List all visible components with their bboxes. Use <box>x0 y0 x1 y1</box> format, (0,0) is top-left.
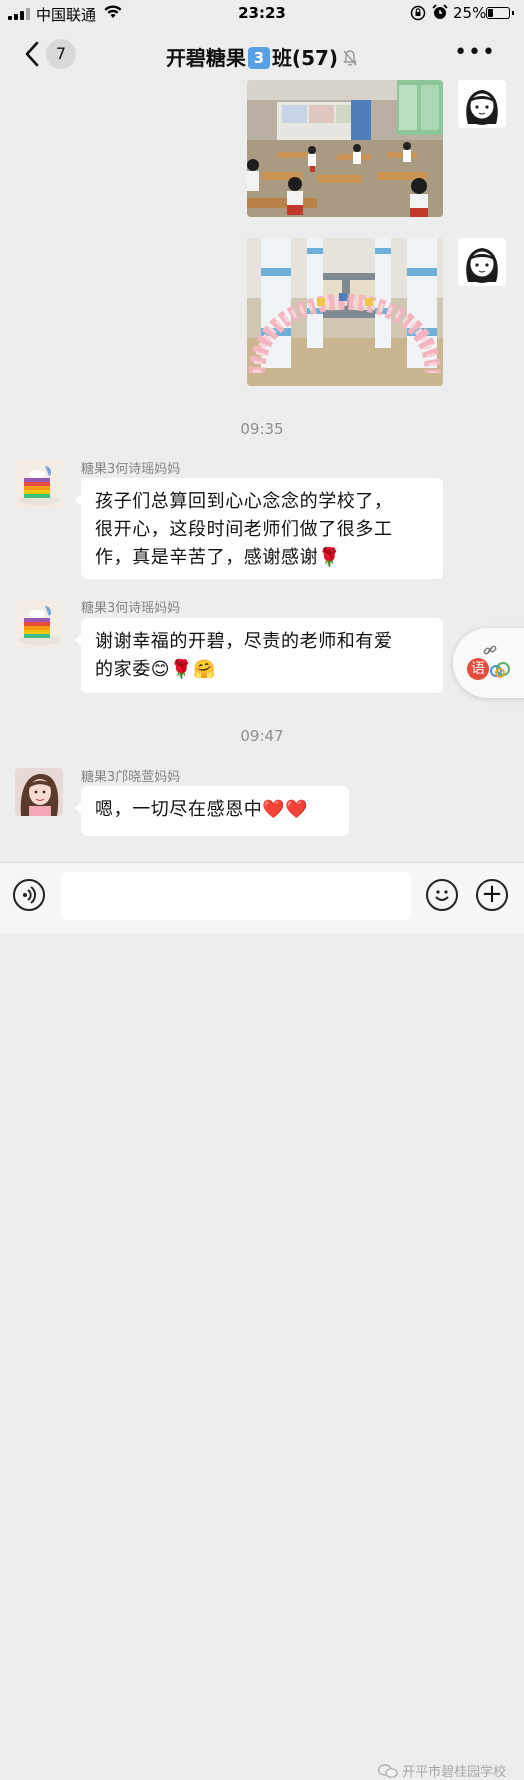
message-line: 的家委😊🌹🤗 <box>95 659 217 680</box>
sender-name: 糖果3何诗瑶妈妈 <box>81 601 181 616</box>
wechat-watermark: 开平市碧桂园学校 <box>377 1761 507 1780</box>
message-bubble[interactable]: 孩子们总算回到心心念念的学校了， 很开心，这段时间老师们做了很多工 作，真是辛苦… <box>75 478 443 579</box>
chat-title-suffix: 班(57) <box>271 46 339 70</box>
floating-translate-button[interactable]: 语 <box>453 628 524 698</box>
translate-icon: 语 <box>467 658 489 680</box>
more-options-button[interactable]: ••• <box>454 40 496 65</box>
battery-percent: 25% <box>453 4 487 22</box>
sender-avatar[interactable] <box>15 768 63 816</box>
my-avatar[interactable] <box>458 80 506 128</box>
message-line: 嗯，一切尽在感恩中❤️❤️ <box>95 799 309 820</box>
rotation-lock-icon <box>410 5 426 25</box>
wechat-icon <box>377 1764 398 1778</box>
message-bubble[interactable]: 嗯，一切尽在感恩中❤️❤️ <box>75 786 349 836</box>
message-timestamp: 09:35 <box>240 420 284 438</box>
voice-input-button[interactable] <box>13 879 45 911</box>
message-timestamp: 09:47 <box>240 727 284 745</box>
chat-title: 开碧糖果 3 班(57) <box>0 42 524 72</box>
chat-header: 7 开碧糖果 3 班(57) ••• <box>0 28 524 80</box>
message-line: 作，真是辛苦了，感谢感谢🌹 <box>95 547 342 568</box>
sender-avatar[interactable] <box>15 460 63 508</box>
classroom-photo[interactable] <box>247 80 443 217</box>
sender-name: 糖果3何诗瑶妈妈 <box>81 462 181 477</box>
chat-title-prefix: 开碧糖果 <box>165 46 246 70</box>
keycap-three: 3 <box>247 47 270 69</box>
sender-avatar[interactable] <box>15 600 63 648</box>
smiley-icon <box>435 890 449 901</box>
balloon-arch-photo[interactable] <box>247 238 443 386</box>
message-input[interactable] <box>61 872 411 920</box>
message-input-bar: + 开平市碧桂园学校 <box>0 862 524 1780</box>
message-line: 谢谢幸福的开碧，尽责的老师和有爱 <box>95 631 393 652</box>
plus-icon: + <box>481 879 503 909</box>
battery-icon <box>486 7 514 19</box>
mute-bell-icon <box>342 48 358 72</box>
sender-name: 糖果3邝晓萱妈妈 <box>81 770 181 785</box>
link-icon <box>483 642 497 661</box>
message-line: 孩子们总算回到心心念念的学校了， <box>95 491 393 512</box>
message-bubble[interactable]: 谢谢幸福的开碧，尽责的老师和有爱 的家委😊🌹🤗 <box>75 618 443 693</box>
status-bar: 中国联通 23:23 25% <box>0 0 524 28</box>
emoji-button[interactable] <box>426 879 458 911</box>
cloud-icon <box>489 660 511 682</box>
message-line: 很开心，这段时间老师们做了很多工 <box>95 519 393 540</box>
watermark-text: 开平市碧桂园学校 <box>402 1765 507 1780</box>
alarm-icon <box>432 4 448 25</box>
voice-wave-icon <box>23 886 36 904</box>
my-avatar[interactable] <box>458 238 506 286</box>
add-attachment-button[interactable]: + <box>476 879 508 911</box>
